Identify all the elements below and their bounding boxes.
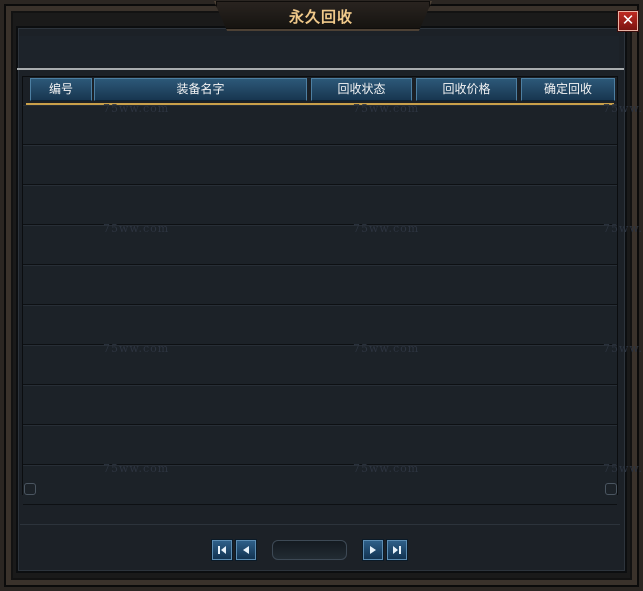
table-row[interactable] [23,105,617,145]
column-header-recycle-price[interactable]: 回收价格 [416,78,517,101]
table-row[interactable] [23,385,617,425]
table-row[interactable] [23,345,617,385]
table-row[interactable] [23,185,617,225]
column-header-id[interactable]: 编号 [30,78,92,101]
next-page-button[interactable] [363,540,383,560]
table-row[interactable] [23,425,617,465]
last-page-button[interactable] [387,540,407,560]
last-page-icon [393,546,401,554]
column-header-confirm-recycle[interactable]: 确定回收 [521,78,615,101]
window-title: 永久回收 [288,8,353,26]
first-page-button[interactable] [212,540,232,560]
column-header-equipment-name[interactable]: 装备名字 [94,78,307,101]
info-area [19,36,619,66]
table-row[interactable] [23,305,617,345]
corner-ornament-icon [605,483,617,495]
table-row[interactable] [23,145,617,185]
divider [17,68,624,70]
prev-page-icon [243,546,249,554]
next-page-icon [370,546,376,554]
table-row[interactable] [23,225,617,265]
close-button[interactable]: ✕ [618,11,638,31]
prev-page-button[interactable] [236,540,256,560]
table-row[interactable] [23,265,617,305]
page-number-field[interactable] [272,540,347,560]
footer-separator [20,524,620,525]
item-rows [23,105,617,505]
corner-ornament-icon [24,483,36,495]
column-header-recycle-status[interactable]: 回收状态 [311,78,412,101]
table-row[interactable] [23,465,617,505]
first-page-icon [218,546,226,554]
